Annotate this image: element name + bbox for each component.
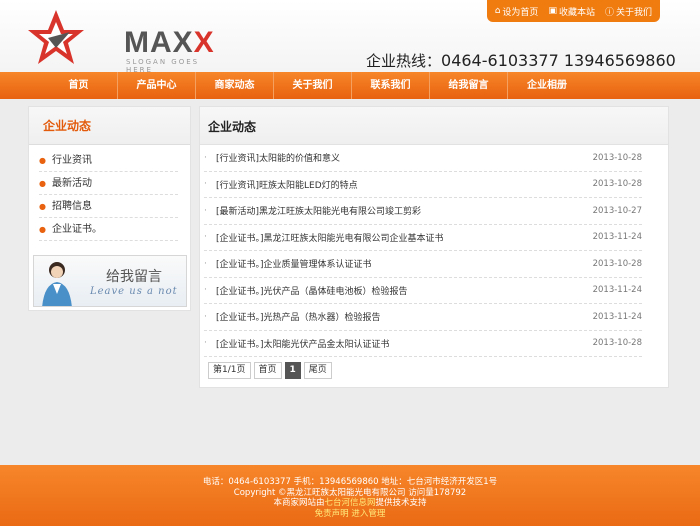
news-title[interactable]: [行业资讯]太阳能的价值和意义	[216, 151, 593, 164]
list-item[interactable]: · [企业证书。]太阳能光伏产品金太阳认证证书 2013-10-28	[204, 331, 642, 357]
page-title: 企业动态	[200, 107, 668, 145]
star-logo-icon	[28, 10, 84, 64]
first-page-button[interactable]: 首页	[253, 362, 282, 379]
sidebar-item-industry-news[interactable]: ● 行业资讯	[39, 149, 178, 172]
banner-title: 给我留言	[106, 269, 162, 285]
pagination: 第1/1页 首页 1 尾页	[208, 362, 332, 379]
top-links-bar: ⌂ 设为首页 ▣ 收藏本站 ⓘ 关于我们	[486, 0, 660, 22]
sidebar-title: 企业动态	[29, 107, 190, 145]
news-title[interactable]: [最新活动]黑龙江旺族太阳能光电有限公司竣工剪彩	[216, 204, 593, 217]
news-date: 2013-11-24	[592, 311, 642, 322]
nav-message[interactable]: 给我留言	[430, 72, 508, 99]
bullet-icon: ●	[39, 178, 46, 188]
news-title[interactable]: [企业证书。]企业质量管理体系认证证书	[216, 257, 593, 270]
about-us-link[interactable]: ⓘ 关于我们	[605, 5, 652, 18]
header: ⌂ 设为首页 ▣ 收藏本站 ⓘ 关于我们 MAXX SLOGAN GOES HERE …	[0, 0, 700, 74]
list-item[interactable]: · [行业资讯]旺族太阳能LED灯的特点 2013-10-28	[204, 172, 642, 198]
support-provider-link[interactable]: 七台河信息网	[324, 498, 375, 508]
news-date: 2013-10-28	[592, 179, 642, 190]
home-icon: ⌂	[494, 6, 501, 16]
footer-support: 本商家网站由七台河信息网提供技术支持	[273, 498, 427, 508]
footer-copyright: Copyright ©黑龙江旺族太阳能光电有限公司 访问量178792	[233, 487, 467, 498]
bookmark-icon: ▣	[548, 6, 557, 16]
news-date: 2013-11-24	[592, 285, 642, 296]
news-date: 2013-10-28	[592, 258, 642, 269]
bullet-icon: ●	[39, 155, 46, 165]
logo-wordmark: MAXX	[124, 26, 215, 59]
list-item[interactable]: · [最新活动]黑龙江旺族太阳能光电有限公司竣工剪彩 2013-10-27	[204, 198, 642, 225]
nav-album[interactable]: 企业相册	[508, 72, 586, 99]
list-item[interactable]: · [企业证书。]企业质量管理体系认证证书 2013-10-28	[204, 251, 642, 278]
news-title[interactable]: [企业证书。]光热产品（热水器）检验报告	[216, 310, 593, 323]
nav-products[interactable]: 产品中心	[118, 72, 196, 99]
sidebar-item-recruitment[interactable]: ● 招聘信息	[39, 195, 178, 218]
last-page-button[interactable]: 尾页	[303, 362, 332, 379]
nav-contact[interactable]: 联系我们	[352, 72, 430, 99]
nav-about[interactable]: 关于我们	[274, 72, 352, 99]
list-item[interactable]: · [企业证书。]光伏产品（晶体硅电池板）检验报告 2013-11-24	[204, 278, 642, 304]
bullet-icon: ●	[39, 224, 46, 234]
bullet-icon: ●	[39, 201, 46, 211]
sidebar-item-latest-events[interactable]: ● 最新活动	[39, 172, 178, 195]
nav-home[interactable]: 首页	[40, 72, 118, 99]
info-icon: ⓘ	[604, 7, 614, 18]
list-item[interactable]: · [企业证书。]光热产品（热水器）检验报告 2013-11-24	[204, 304, 642, 331]
news-title[interactable]: [企业证书。]黑龙江旺族太阳能光电有限公司企业基本证书	[216, 231, 593, 244]
nav-merchant-news[interactable]: 商家动态	[196, 72, 274, 99]
news-title[interactable]: [行业资讯]旺族太阳能LED灯的特点	[216, 178, 593, 191]
admin-link[interactable]: 进入管理	[351, 509, 385, 519]
site-logo[interactable]: MAXX SLOGAN GOES HERE	[26, 8, 216, 74]
hotline-label: 企业热线：	[366, 52, 442, 70]
main-nav: 首页 产品中心 商家动态 关于我们 联系我们 给我留言 企业相册	[0, 72, 700, 99]
main-panel: 企业动态 · [行业资讯]太阳能的价值和意义 2013-10-28 · [行业资讯]旺…	[199, 106, 669, 388]
footer: 电话：0464-6103377 手机：13946569860 地址：七台河市经济…	[0, 465, 700, 526]
news-date: 2013-10-28	[592, 338, 642, 349]
list-item[interactable]: · [企业证书。]黑龙江旺族太阳能光电有限公司企业基本证书 2013-11-24	[204, 225, 642, 251]
hotline: 企业热线：0464-6103377 13946569860	[366, 50, 676, 71]
news-title[interactable]: [企业证书。]太阳能光伏产品金太阳认证证书	[216, 337, 593, 350]
news-date: 2013-10-27	[592, 205, 642, 216]
set-homepage-link[interactable]: ⌂ 设为首页	[495, 5, 539, 18]
customer-service-person-icon	[42, 262, 72, 306]
footer-links: 免责声明 进入管理	[0, 509, 700, 520]
sidebar-list: ● 行业资讯 ● 最新活动 ● 招聘信息 ● 企业证书。	[29, 145, 190, 241]
bookmark-site-link[interactable]: ▣ 收藏本站	[548, 5, 595, 18]
news-list: · [行业资讯]太阳能的价值和意义 2013-10-28 · [行业资讯]旺族太阳能L…	[200, 145, 668, 357]
sidebar: 企业动态 ● 行业资讯 ● 最新活动 ● 招聘信息 ● 企业证书。 给我留言 Leave…	[28, 106, 191, 311]
news-date: 2013-11-24	[592, 232, 642, 243]
news-title[interactable]: [企业证书。]光伏产品（晶体硅电池板）检验报告	[216, 284, 593, 297]
news-date: 2013-10-28	[592, 152, 642, 163]
disclaimer-link[interactable]: 免责声明	[315, 509, 349, 519]
current-page[interactable]: 1	[284, 362, 301, 379]
banner-subtitle: Leave us a not	[90, 286, 178, 297]
leave-message-banner[interactable]: 给我留言 Leave us a not	[33, 255, 187, 307]
list-item[interactable]: · [行业资讯]太阳能的价值和意义 2013-10-28	[204, 145, 642, 172]
sidebar-item-certificates[interactable]: ● 企业证书。	[39, 218, 178, 241]
hotline-number: 0464-6103377 13946569860	[441, 51, 676, 70]
page-info: 第1/1页	[208, 362, 251, 379]
footer-contact: 电话：0464-6103377 手机：13946569860 地址：七台河市经济…	[202, 477, 498, 487]
